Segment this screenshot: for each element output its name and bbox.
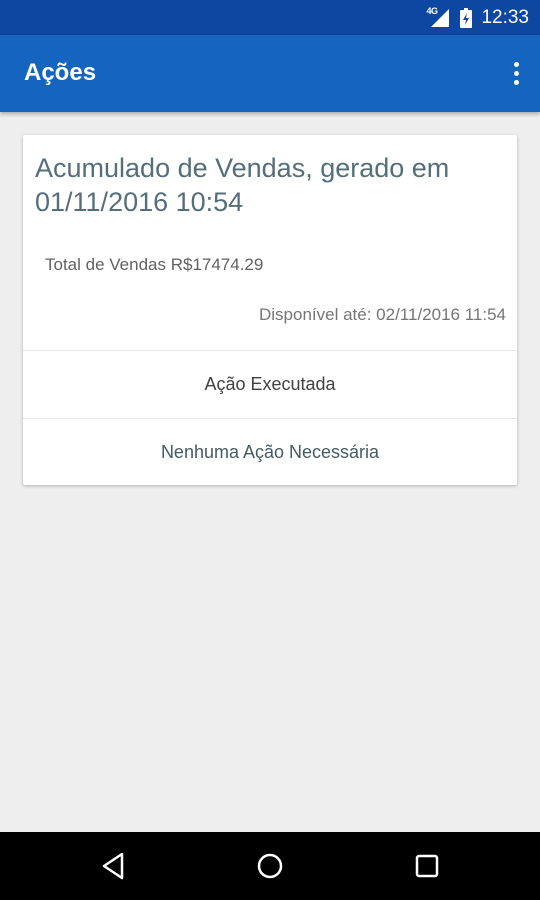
no-action-needed-button[interactable]: Nenhuma Ação Necessária <box>23 419 517 485</box>
card-title: Acumulado de Vendas, gerado em 01/11/201… <box>35 153 450 217</box>
network-type-label: 4G <box>426 5 438 16</box>
battery-icon <box>460 7 473 28</box>
navigation-bar <box>0 832 540 900</box>
sales-total: Total de Vendas R$17474.29 <box>45 255 264 274</box>
available-until: Disponível até: 02/11/2016 11:54 <box>259 305 506 324</box>
app-bar: Ações <box>0 35 540 112</box>
status-bar: 4G 12:33 <box>0 0 540 35</box>
recents-icon[interactable] <box>410 849 444 883</box>
sales-card: Acumulado de Vendas, gerado em 01/11/201… <box>23 135 517 485</box>
page-title: Ações <box>24 59 97 86</box>
back-icon[interactable] <box>96 849 130 883</box>
status-icons: 4G 12:33 <box>424 0 529 35</box>
status-time: 12:33 <box>481 6 529 28</box>
overflow-menu-icon[interactable] <box>506 57 526 89</box>
action-executed-button[interactable]: Ação Executada <box>23 351 517 417</box>
overflow-dot <box>513 61 519 67</box>
signal-icon: 4G <box>424 5 450 28</box>
overflow-dot <box>513 70 519 76</box>
home-icon[interactable] <box>253 849 287 883</box>
overflow-dot <box>513 79 519 85</box>
